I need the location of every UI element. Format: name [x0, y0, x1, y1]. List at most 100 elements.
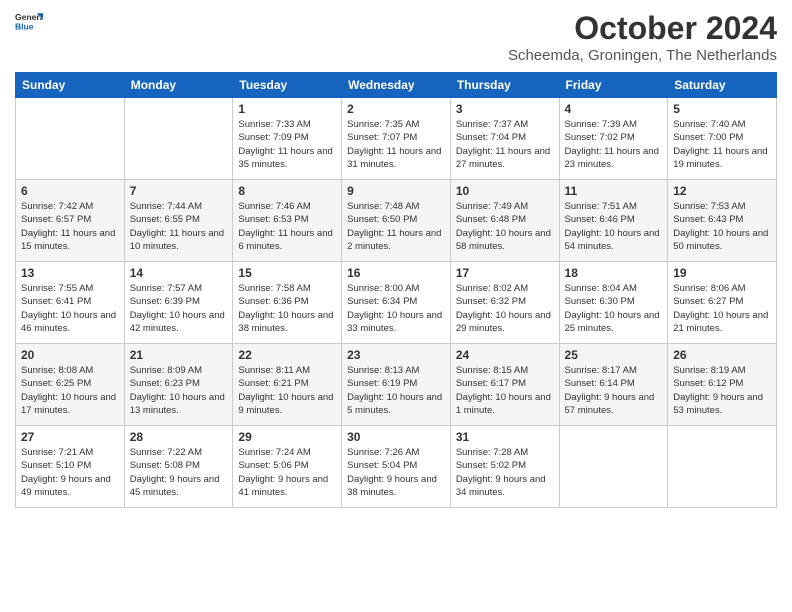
day-number: 1 [238, 102, 336, 116]
column-header-sunday: Sunday [16, 73, 125, 98]
calendar-cell: 12 Sunrise: 7:53 AMSunset: 6:43 PMDayligh… [668, 180, 777, 262]
day-info: Sunrise: 7:44 AMSunset: 6:55 PMDaylight:… [130, 200, 228, 253]
calendar-cell [16, 98, 125, 180]
column-header-saturday: Saturday [668, 73, 777, 98]
calendar-cell: 19Sunrise: 8:06 AMSunset: 6:27 PMDayligh… [668, 262, 777, 344]
day-number: 19 [673, 266, 771, 280]
calendar-cell: 29 Sunrise: 7:24 AMSunset: 5:06 PMDayligh… [233, 426, 342, 508]
calendar-cell [559, 426, 668, 508]
day-number: 11 [565, 184, 663, 198]
day-number: 31 [456, 430, 554, 444]
calendar-week-row: 1 Sunrise: 7:33 AMSunset: 7:09 PMDaylight… [16, 98, 777, 180]
calendar-week-row: 20 Sunrise: 8:08 AMSunset: 6:25 PMDayligh… [16, 344, 777, 426]
logo-icon: General Blue [15, 10, 43, 32]
day-number: 10 [456, 184, 554, 198]
month-title: October 2024 [508, 10, 777, 47]
day-info: Sunrise: 7:53 AMSunset: 6:43 PMDaylight:… [673, 200, 771, 253]
day-info: Sunrise: 7:33 AMSunset: 7:09 PMDaylight:… [238, 118, 336, 171]
column-header-monday: Monday [124, 73, 233, 98]
calendar-cell: 20 Sunrise: 8:08 AMSunset: 6:25 PMDayligh… [16, 344, 125, 426]
calendar-week-row: 13 Sunrise: 7:55 AMSunset: 6:41 PMDayligh… [16, 262, 777, 344]
calendar-week-row: 27 Sunrise: 7:21 AMSunset: 5:10 PMDayligh… [16, 426, 777, 508]
calendar-cell: 17 Sunrise: 8:02 AMSunset: 6:32 PMDayligh… [450, 262, 559, 344]
day-number: 17 [456, 266, 554, 280]
calendar-cell: 16Sunrise: 8:00 AMSunset: 6:34 PMDayligh… [342, 262, 451, 344]
day-number: 20 [21, 348, 119, 362]
day-info: Sunrise: 8:08 AMSunset: 6:25 PMDaylight:… [21, 364, 119, 417]
day-number: 23 [347, 348, 445, 362]
calendar-cell: 21 Sunrise: 8:09 AMSunset: 6:23 PMDayligh… [124, 344, 233, 426]
day-number: 29 [238, 430, 336, 444]
day-info: Sunrise: 7:24 AMSunset: 5:06 PMDaylight:… [238, 446, 336, 499]
day-info: Sunrise: 7:49 AMSunset: 6:48 PMDaylight:… [456, 200, 554, 253]
day-info: Sunrise: 8:00 AMSunset: 6:34 PMDaylight:… [347, 282, 445, 335]
day-number: 12 [673, 184, 771, 198]
day-number: 28 [130, 430, 228, 444]
day-info: Sunrise: 7:40 AMSunset: 7:00 PMDaylight:… [673, 118, 771, 171]
calendar-cell: 1 Sunrise: 7:33 AMSunset: 7:09 PMDaylight… [233, 98, 342, 180]
day-info: Sunrise: 8:13 AMSunset: 6:19 PMDaylight:… [347, 364, 445, 417]
day-number: 26 [673, 348, 771, 362]
day-number: 15 [238, 266, 336, 280]
day-info: Sunrise: 7:42 AMSunset: 6:57 PMDaylight:… [21, 200, 119, 253]
day-number: 4 [565, 102, 663, 116]
day-number: 13 [21, 266, 119, 280]
calendar-cell: 26 Sunrise: 8:19 AMSunset: 6:12 PMDayligh… [668, 344, 777, 426]
day-info: Sunrise: 8:19 AMSunset: 6:12 PMDaylight:… [673, 364, 771, 417]
column-header-friday: Friday [559, 73, 668, 98]
logo: General Blue [15, 10, 43, 32]
calendar-cell: 4 Sunrise: 7:39 AMSunset: 7:02 PMDaylight… [559, 98, 668, 180]
day-number: 9 [347, 184, 445, 198]
day-number: 22 [238, 348, 336, 362]
day-info: Sunrise: 7:39 AMSunset: 7:02 PMDaylight:… [565, 118, 663, 171]
day-number: 8 [238, 184, 336, 198]
day-info: Sunrise: 7:58 AMSunset: 6:36 PMDaylight:… [238, 282, 336, 335]
day-number: 18 [565, 266, 663, 280]
day-number: 25 [565, 348, 663, 362]
day-info: Sunrise: 7:28 AMSunset: 5:02 PMDaylight:… [456, 446, 554, 499]
calendar-cell: 27 Sunrise: 7:21 AMSunset: 5:10 PMDayligh… [16, 426, 125, 508]
column-header-wednesday: Wednesday [342, 73, 451, 98]
day-info: Sunrise: 7:37 AMSunset: 7:04 PMDaylight:… [456, 118, 554, 171]
calendar-cell: 14Sunrise: 7:57 AMSunset: 6:39 PMDayligh… [124, 262, 233, 344]
column-header-thursday: Thursday [450, 73, 559, 98]
calendar-cell: 2 Sunrise: 7:35 AMSunset: 7:07 PMDaylight… [342, 98, 451, 180]
calendar-cell: 6 Sunrise: 7:42 AMSunset: 6:57 PMDaylight… [16, 180, 125, 262]
day-info: Sunrise: 8:15 AMSunset: 6:17 PMDaylight:… [456, 364, 554, 417]
day-info: Sunrise: 8:02 AMSunset: 6:32 PMDaylight:… [456, 282, 554, 335]
calendar-cell: 25Sunrise: 8:17 AMSunset: 6:14 PMDayligh… [559, 344, 668, 426]
calendar-week-row: 6 Sunrise: 7:42 AMSunset: 6:57 PMDaylight… [16, 180, 777, 262]
calendar-table: SundayMondayTuesdayWednesdayThursdayFrid… [15, 72, 777, 508]
calendar-cell: 3Sunrise: 7:37 AMSunset: 7:04 PMDaylight… [450, 98, 559, 180]
calendar-header-row: SundayMondayTuesdayWednesdayThursdayFrid… [16, 73, 777, 98]
day-number: 6 [21, 184, 119, 198]
day-info: Sunrise: 7:55 AMSunset: 6:41 PMDaylight:… [21, 282, 119, 335]
day-number: 2 [347, 102, 445, 116]
day-info: Sunrise: 8:11 AMSunset: 6:21 PMDaylight:… [238, 364, 336, 417]
svg-text:Blue: Blue [15, 22, 34, 32]
day-number: 24 [456, 348, 554, 362]
day-info: Sunrise: 7:48 AMSunset: 6:50 PMDaylight:… [347, 200, 445, 253]
calendar-cell: 7Sunrise: 7:44 AMSunset: 6:55 PMDaylight… [124, 180, 233, 262]
page-header: General Blue October 2024 Scheemda, Gron… [15, 10, 777, 64]
calendar-cell: 15 Sunrise: 7:58 AMSunset: 6:36 PMDayligh… [233, 262, 342, 344]
calendar-cell: 24 Sunrise: 8:15 AMSunset: 6:17 PMDayligh… [450, 344, 559, 426]
calendar-cell: 9 Sunrise: 7:48 AMSunset: 6:50 PMDaylight… [342, 180, 451, 262]
day-info: Sunrise: 7:26 AMSunset: 5:04 PMDaylight:… [347, 446, 445, 499]
day-info: Sunrise: 7:35 AMSunset: 7:07 PMDaylight:… [347, 118, 445, 171]
calendar-cell: 31 Sunrise: 7:28 AMSunset: 5:02 PMDayligh… [450, 426, 559, 508]
day-info: Sunrise: 8:04 AMSunset: 6:30 PMDaylight:… [565, 282, 663, 335]
calendar-cell: 13 Sunrise: 7:55 AMSunset: 6:41 PMDayligh… [16, 262, 125, 344]
day-info: Sunrise: 7:57 AMSunset: 6:39 PMDaylight:… [130, 282, 228, 335]
day-info: Sunrise: 7:51 AMSunset: 6:46 PMDaylight:… [565, 200, 663, 253]
calendar-cell: 28Sunrise: 7:22 AMSunset: 5:08 PMDayligh… [124, 426, 233, 508]
calendar-cell: 22 Sunrise: 8:11 AMSunset: 6:21 PMDayligh… [233, 344, 342, 426]
day-number: 27 [21, 430, 119, 444]
day-info: Sunrise: 8:09 AMSunset: 6:23 PMDaylight:… [130, 364, 228, 417]
column-header-tuesday: Tuesday [233, 73, 342, 98]
day-info: Sunrise: 7:21 AMSunset: 5:10 PMDaylight:… [21, 446, 119, 499]
calendar-cell: 10 Sunrise: 7:49 AMSunset: 6:48 PMDayligh… [450, 180, 559, 262]
day-number: 21 [130, 348, 228, 362]
calendar-cell [124, 98, 233, 180]
location-subtitle: Scheemda, Groningen, The Netherlands [508, 47, 777, 64]
